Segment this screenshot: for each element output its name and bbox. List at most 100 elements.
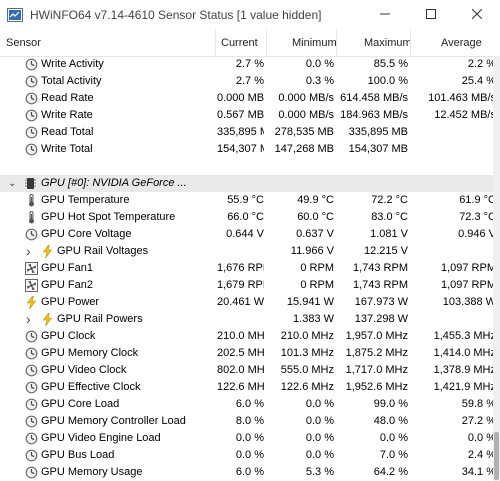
sensor-row[interactable]: GPU Fan1 1,676 RPM 0 RPM 1,743 RPM 1,097 RPM <box>0 260 496 277</box>
sensor-row[interactable]: GPU Memory Clock 202.5 MHz 101.3 MHz 1,875.… <box>0 345 496 362</box>
maximum-value: 167.973 W <box>354 296 408 308</box>
column-minimum[interactable]: Minimum <box>292 30 337 56</box>
sensor-row[interactable]: GPU Memory Controller Load 8.0 % 0.0 % 48.0… <box>0 413 496 430</box>
minimum-value: 0 RPM <box>300 279 334 291</box>
minimize-button[interactable] <box>362 0 408 30</box>
spacer-row <box>0 158 493 175</box>
maximize-button[interactable] <box>408 0 454 30</box>
sensor-label: GPU Bus Load <box>41 449 115 461</box>
column-sensor[interactable]: Sensor <box>6 30 41 56</box>
sensor-row[interactable]: GPU Core Load 6.0 % 0.0 % 99.0 % 59.8 % <box>0 396 496 413</box>
sensor-name-cell: GPU Memory Clock <box>0 345 215 362</box>
sensor-row[interactable]: Write Total 154,307 MB 147,268 MB 154,307 M… <box>0 141 493 158</box>
sensor-row[interactable]: Write Rate 0.567 MB/s 0.000 MB/s 184.963 MB… <box>0 107 496 124</box>
average-value <box>412 175 496 192</box>
maximum-value: 154,307 MB <box>348 143 408 155</box>
bolt-icon <box>41 244 54 259</box>
maximum-value: 1,743 RPM <box>352 279 408 291</box>
sensor-label: GPU Fan1 <box>41 262 93 274</box>
sensor-name-cell: Write Rate <box>0 107 215 124</box>
column-header: Sensor Current Minimum Maximum Average <box>0 30 500 57</box>
maximum-value: 1,875.2 MHz <box>345 347 408 359</box>
column-current[interactable]: Current <box>221 30 258 56</box>
sensor-row[interactable]: GPU Effective Clock 122.6 MHz 122.6 MHz 1,9… <box>0 379 496 396</box>
minimum-value: 101.3 MHz <box>280 347 334 359</box>
current-value: 335,895 MB <box>217 126 264 138</box>
title-bar[interactable]: HWiNFO64 v7.14-4610 Sensor Status [1 val… <box>0 0 500 30</box>
sensor-label: GPU Temperature <box>41 194 130 206</box>
clock-icon <box>25 330 38 343</box>
average-value: 2.2 % <box>467 58 496 70</box>
sensor-row[interactable]: Read Total 335,895 MB 278,535 MB 335,895 MB <box>0 124 493 141</box>
minimize-icon <box>380 13 390 15</box>
average-value <box>412 243 496 260</box>
collapse-chevron-icon[interactable]: ⌄ <box>8 175 16 192</box>
expand-chevron-icon[interactable]: › <box>26 243 31 260</box>
maximum-value: 83.0 °C <box>371 211 408 223</box>
average-value: 1,421.9 MHz <box>433 381 496 393</box>
average-value: 1,378.9 MHz <box>433 364 496 376</box>
sensor-row[interactable]: GPU Bus Load 0.0 % 0.0 % 7.0 % 2.4 % <box>0 447 496 464</box>
average-value: 0.0 % <box>467 432 496 444</box>
sensor-name-cell: GPU Fan1 <box>0 260 215 277</box>
bolt-icon <box>41 312 54 327</box>
sensor-row[interactable]: GPU Video Engine Load 0.0 % 0.0 % 0.0 % 0.0 … <box>0 430 496 447</box>
sensor-row[interactable]: GPU Core Voltage 0.644 V 0.637 V 1.081 V 0.9… <box>0 226 496 243</box>
sensor-label: GPU Video Clock <box>41 364 127 376</box>
sensor-label: GPU Rail Voltages <box>57 245 149 257</box>
sensor-row[interactable]: GPU Video Clock 802.0 MHz 555.0 MHz 1,717.0… <box>0 362 496 379</box>
sensor-row[interactable]: GPU Clock 210.0 MHz 210.0 MHz 1,957.0 MHz 1,… <box>0 328 496 345</box>
current-value: 154,307 MB <box>217 143 264 155</box>
clock-icon <box>25 75 38 88</box>
current-value: 0.0 % <box>235 432 264 444</box>
average-value: 1,097 RPM <box>440 262 496 274</box>
sensor-row[interactable]: GPU Hot Spot Temperature 66.0 °C 60.0 °C 83… <box>0 209 496 226</box>
average-value <box>412 124 496 141</box>
column-maximum[interactable]: Maximum <box>364 30 412 56</box>
sensor-label: Write Total <box>41 143 93 155</box>
sensor-row[interactable]: Total Activity 2.7 % 0.3 % 100.0 % 25.4 % <box>0 73 496 90</box>
sensor-group-row[interactable]: ⌄ GPU [#0]: NVIDIA GeForce ... <box>0 175 493 192</box>
average-value: 12.452 MB/s <box>434 109 496 121</box>
minimum-value: 147,268 MB <box>274 143 334 155</box>
sensor-list[interactable]: Write Activity 2.7 % 0.0 % 85.5 % 2.2 % Total… <box>0 56 496 481</box>
sensor-label: GPU Clock <box>41 330 96 342</box>
sensor-label: GPU Memory Usage <box>41 466 143 478</box>
sensor-name-cell: GPU Video Clock <box>0 362 215 379</box>
maximum-value: 0.0 % <box>379 432 408 444</box>
sensor-label: GPU Memory Controller Load <box>41 415 186 427</box>
clock-icon <box>25 449 38 462</box>
sensor-label: GPU Fan2 <box>41 279 93 291</box>
vertical-scrollbar[interactable] <box>493 56 500 481</box>
scrollbar-thumb[interactable] <box>494 432 499 480</box>
minimum-value: 60.0 °C <box>297 211 334 223</box>
current-value: 6.0 % <box>235 466 264 478</box>
sensor-name-cell: Write Total <box>0 141 215 158</box>
sensor-row[interactable]: GPU Temperature 55.9 °C 49.9 °C 72.2 °C 61.9… <box>0 192 496 209</box>
sensor-name-cell: GPU Effective Clock <box>0 379 215 396</box>
maximum-value: 100.0 % <box>367 75 408 87</box>
average-value: 1,455.3 MHz <box>433 330 496 342</box>
sensor-row[interactable]: GPU Power 20.461 W 15.941 W 167.973 W 103.38… <box>0 294 496 311</box>
maximum-value: 137.298 W <box>354 313 408 325</box>
sensor-row[interactable]: GPU Memory Usage 6.0 % 5.3 % 64.2 % 34.1 % <box>0 464 496 481</box>
sensor-name-cell: Write Activity <box>0 56 215 73</box>
clock-icon <box>25 92 38 105</box>
close-button[interactable] <box>454 0 500 30</box>
column-average[interactable]: Average <box>441 30 482 56</box>
sensor-row[interactable]: › GPU Rail Powers 1.383 W 137.298 W <box>0 311 493 328</box>
current-value: 2.7 % <box>235 75 264 87</box>
clock-icon <box>25 415 38 428</box>
sensor-label: Read Total <box>41 126 94 138</box>
sensor-label: GPU Core Load <box>41 398 120 410</box>
minimum-value: 278,535 MB <box>274 126 334 138</box>
sensor-row[interactable]: Read Rate 0.000 MB/s 0.000 MB/s 614.458 MB/… <box>0 90 496 107</box>
sensor-row[interactable]: › GPU Rail Voltages 11.966 V 12.215 V <box>0 243 493 260</box>
maximum-value: 72.2 °C <box>371 194 408 206</box>
maximum-value: 12.215 V <box>363 245 408 257</box>
average-value: 2.4 % <box>467 449 496 461</box>
sensor-row[interactable]: GPU Fan2 1,679 RPM 0 RPM 1,743 RPM 1,097 RPM <box>0 277 496 294</box>
sensor-row[interactable]: Write Activity 2.7 % 0.0 % 85.5 % 2.2 % <box>0 56 496 73</box>
expand-chevron-icon[interactable]: › <box>26 311 31 328</box>
average-value: 1,414.0 MHz <box>433 347 496 359</box>
